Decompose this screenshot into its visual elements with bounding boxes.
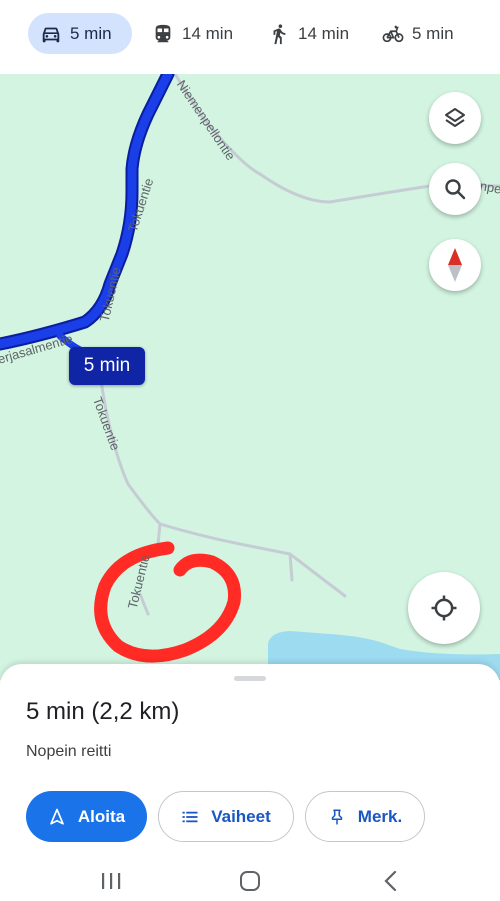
mode-bike-tab[interactable]: 5 min <box>370 13 466 54</box>
navigation-arrow-icon <box>50 808 64 825</box>
compass-button[interactable] <box>429 239 481 291</box>
layers-icon <box>445 108 465 127</box>
mode-car-time: 5 min <box>70 23 112 43</box>
my-location-icon <box>431 595 457 621</box>
steps-button[interactable]: Vaiheet <box>158 791 294 842</box>
mode-walk-time: 14 min <box>298 23 350 43</box>
mode-car-tab[interactable]: 5 min <box>28 13 132 54</box>
walk-icon <box>273 23 286 44</box>
bike-icon <box>382 25 404 42</box>
pin-button-label: Merk. <box>357 806 403 826</box>
my-location-button[interactable] <box>408 572 480 644</box>
recents-icon[interactable] <box>100 871 122 891</box>
start-button-label: Aloita <box>77 806 126 826</box>
pin-button[interactable]: Merk. <box>305 791 425 842</box>
system-navigation-bar <box>0 860 500 901</box>
layers-button[interactable] <box>429 92 481 144</box>
drag-handle[interactable] <box>234 676 266 681</box>
train-icon <box>155 24 171 42</box>
compass-icon <box>448 248 462 282</box>
hand-drawn-circle <box>94 541 242 663</box>
travel-mode-bar: 5 min 14 min 14 min 5 min <box>0 0 500 74</box>
road-spur <box>288 552 294 582</box>
route-subtitle: Nopein reitti <box>26 743 112 760</box>
start-navigation-button[interactable]: Aloita <box>26 791 147 842</box>
pin-icon <box>331 809 343 824</box>
route-duration-tag[interactable]: 5 min <box>69 347 145 385</box>
search-icon <box>445 179 466 200</box>
search-button[interactable] <box>429 163 481 215</box>
mode-transit-time: 14 min <box>182 23 234 43</box>
car-icon <box>42 27 60 42</box>
list-icon <box>182 811 198 822</box>
map-view[interactable]: Tokuentie Tokuentie Niemenpellontie erja… <box>0 74 500 680</box>
home-icon[interactable] <box>239 870 261 892</box>
route-summary: 5 min (2,2 km) <box>26 698 180 725</box>
route-bottom-sheet: 5 min (2,2 km) Nopein reitti Aloita Vaih… <box>0 664 500 901</box>
mode-bike-time: 5 min <box>412 23 454 43</box>
back-icon[interactable] <box>382 870 400 892</box>
steps-button-label: Vaiheet <box>211 806 271 826</box>
mode-transit-tab[interactable]: 14 min <box>140 13 245 54</box>
mode-walk-tab[interactable]: 14 min <box>256 13 361 54</box>
